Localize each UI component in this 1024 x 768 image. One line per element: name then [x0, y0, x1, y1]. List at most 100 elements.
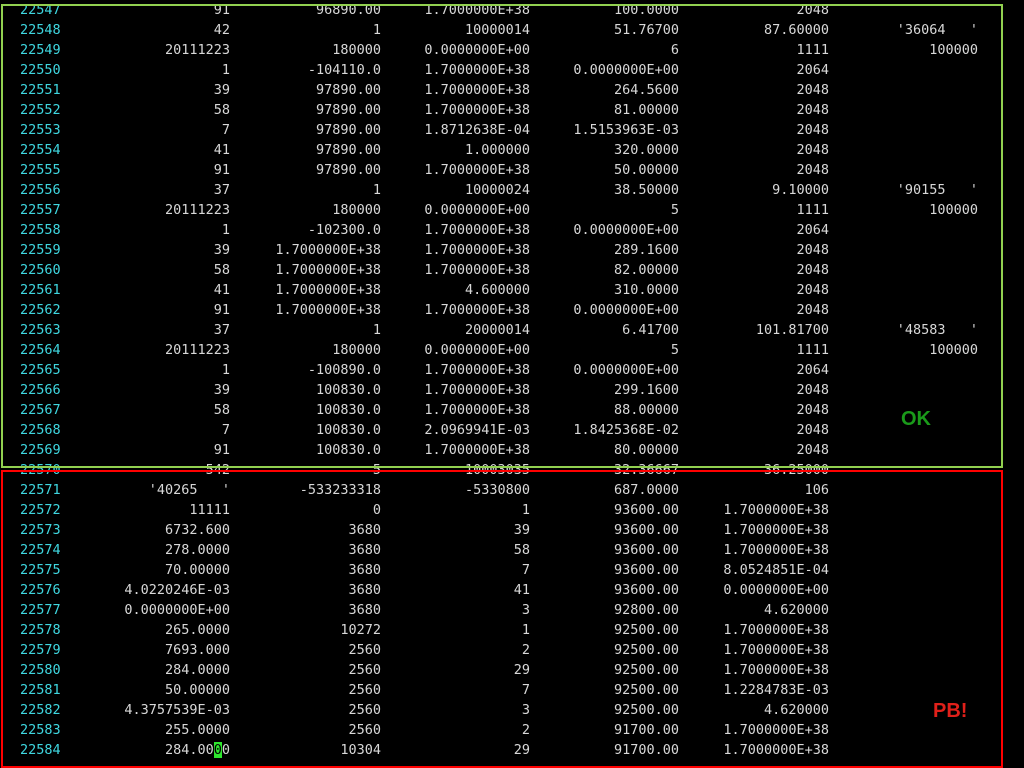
cell-value: 20111223: [164, 42, 230, 58]
cell-value: 3680: [348, 562, 381, 578]
cell-value: 100000: [929, 202, 978, 218]
cell-value: 4.600000: [464, 282, 530, 298]
cell-value: 11111: [189, 502, 230, 518]
cell-value: 1.7000000E+38: [723, 542, 829, 558]
cell-value: 1: [372, 182, 381, 198]
text-cursor[interactable]: 0: [213, 742, 222, 758]
cell-value: 1.7000000E+38: [424, 82, 530, 98]
row-number: 22558: [20, 222, 61, 238]
table-row: 22574 278.0000 3680 58 93600.00 1.7000000E+38: [0, 540, 1024, 560]
cell-value: 92800.00: [613, 602, 679, 618]
table-row: 22572 11111 0 1 93600.00 1.7000000E+38: [0, 500, 1024, 520]
cell-value: 2064: [796, 222, 829, 238]
cell-value: 1.7000000E+38: [424, 162, 530, 178]
cell-value: -5330800: [464, 482, 530, 498]
cell-value: '40265 ': [148, 482, 230, 498]
table-row: 22555 91 97890.00 1.7000000E+38 50.00000 2048: [0, 160, 1024, 180]
cell-value: 92500.00: [613, 662, 679, 678]
table-row: 22583 255.0000 2560 2 91700.00 1.7000000E+38: [0, 720, 1024, 740]
cell-value: '36064 ': [896, 22, 978, 38]
cell-value: 93600.00: [613, 582, 679, 598]
table-row: 22578 265.0000 10272 1 92500.00 1.7000000E+38: [0, 620, 1024, 640]
row-number: 22584: [20, 742, 61, 758]
table-row: 22557 20111223 180000 0.0000000E+00 5 1111 100…: [0, 200, 1024, 220]
row-number: 22577: [20, 602, 61, 618]
cell-value: 0.0000000E+00: [573, 62, 679, 78]
cell-value: 1.7000000E+38: [723, 522, 829, 538]
cell-value: 41: [513, 582, 530, 598]
table-row: 22581 50.00000 2560 7 92500.00 1.2284783E-03: [0, 680, 1024, 700]
cell-value: 1.7000000E+38: [723, 722, 829, 738]
row-number: 22570: [20, 462, 61, 478]
cell-value: 106: [804, 482, 829, 498]
cell-value: 2048: [796, 382, 829, 398]
cell-value: 7693.000: [164, 642, 230, 658]
cell-value: 96890.00: [315, 2, 381, 18]
cell-value: 41: [213, 142, 230, 158]
cell-value: 1: [221, 62, 230, 78]
cell-value: 100.0000: [613, 2, 679, 18]
table-row: 22560 58 1.7000000E+38 1.7000000E+38 82.0000…: [0, 260, 1024, 280]
cell-value: 1.7000000E+38: [723, 662, 829, 678]
ok-label: OK: [901, 408, 931, 430]
cell-value: 5: [670, 342, 679, 358]
problem-label: PB!: [933, 700, 968, 722]
row-number: 22576: [20, 582, 61, 598]
table-row: 22575 70.00000 3680 7 93600.00 8.0524851E-04: [0, 560, 1024, 580]
cell-value: 3: [521, 602, 530, 618]
cell-value: 2560: [348, 702, 381, 718]
table-row: 22556 37 1 10000024 38.50000 9.10000 '90155 ': [0, 180, 1024, 200]
cell-value: 2048: [796, 442, 829, 458]
row-number: 22579: [20, 642, 61, 658]
terminal-screen[interactable]: 22547 91 96890.00 1.7000000E+38 100.0000 2048…: [0, 0, 1024, 768]
cell-value: 38.50000: [613, 182, 679, 198]
row-number: 22557: [20, 202, 61, 218]
cell-value: 100830.0: [315, 442, 381, 458]
cell-text: 0: [221, 742, 230, 758]
cell-value: 91: [213, 442, 230, 458]
cell-value: 6.41700: [622, 322, 679, 338]
row-number: 22548: [20, 22, 61, 38]
cell-value: 39: [513, 522, 530, 538]
table-row: 22571 '40265 ' -533233318 -5330800 687.0000 1…: [0, 480, 1024, 500]
cell-value: 1.2284783E-03: [723, 682, 829, 698]
cell-value: 2048: [796, 2, 829, 18]
table-row: 22549 20111223 180000 0.0000000E+00 6 1111 100…: [0, 40, 1024, 60]
cell-value: 0.0000000E+00: [124, 602, 230, 618]
cell-value: 1.7000000E+38: [424, 262, 530, 278]
cell-value: 20111223: [164, 342, 230, 358]
cell-value: 36.25000: [763, 462, 829, 478]
cell-value: 1.7000000E+38: [723, 622, 829, 638]
cell-value: 1.8712638E-04: [424, 122, 530, 138]
row-number: 22580: [20, 662, 61, 678]
cell-value: -533233318: [299, 482, 381, 498]
cell-value: 93600.00: [613, 522, 679, 538]
cell-value: 97890.00: [315, 142, 381, 158]
cell-value: 2: [521, 642, 530, 658]
row-number: 22559: [20, 242, 61, 258]
cell-value: 0.0000000E+00: [723, 582, 829, 598]
table-row: 22550 1 -104110.0 1.7000000E+38 0.0000000E+0…: [0, 60, 1024, 80]
cell-value: 265.0000: [164, 622, 230, 638]
cell-value: 1: [221, 222, 230, 238]
cell-value: 1.8425368E-02: [573, 422, 679, 438]
cell-value: 81.00000: [613, 102, 679, 118]
cell-value: 7: [521, 562, 530, 578]
cell-value: 92500.00: [613, 682, 679, 698]
cell-value: 51.76700: [613, 22, 679, 38]
cell-value: 2560: [348, 662, 381, 678]
row-number: 22575: [20, 562, 61, 578]
cell-value: -100890.0: [307, 362, 381, 378]
table-row: 22553 7 97890.00 1.8712638E-04 1.5153963E-03…: [0, 120, 1024, 140]
row-number: 22561: [20, 282, 61, 298]
table-row: 22562 91 1.7000000E+38 1.7000000E+38 0.00000…: [0, 300, 1024, 320]
cell-value: 3680: [348, 602, 381, 618]
table-row: 22547 91 96890.00 1.7000000E+38 100.0000 2048: [0, 0, 1024, 20]
cell-value: 1.000000: [464, 142, 530, 158]
cell-value: 70.00000: [164, 562, 230, 578]
cell-value: 91: [213, 162, 230, 178]
cell-value: 0: [372, 502, 381, 518]
cell-value: 1.5153963E-03: [573, 122, 679, 138]
row-number: 22573: [20, 522, 61, 538]
row-number: 22551: [20, 82, 61, 98]
